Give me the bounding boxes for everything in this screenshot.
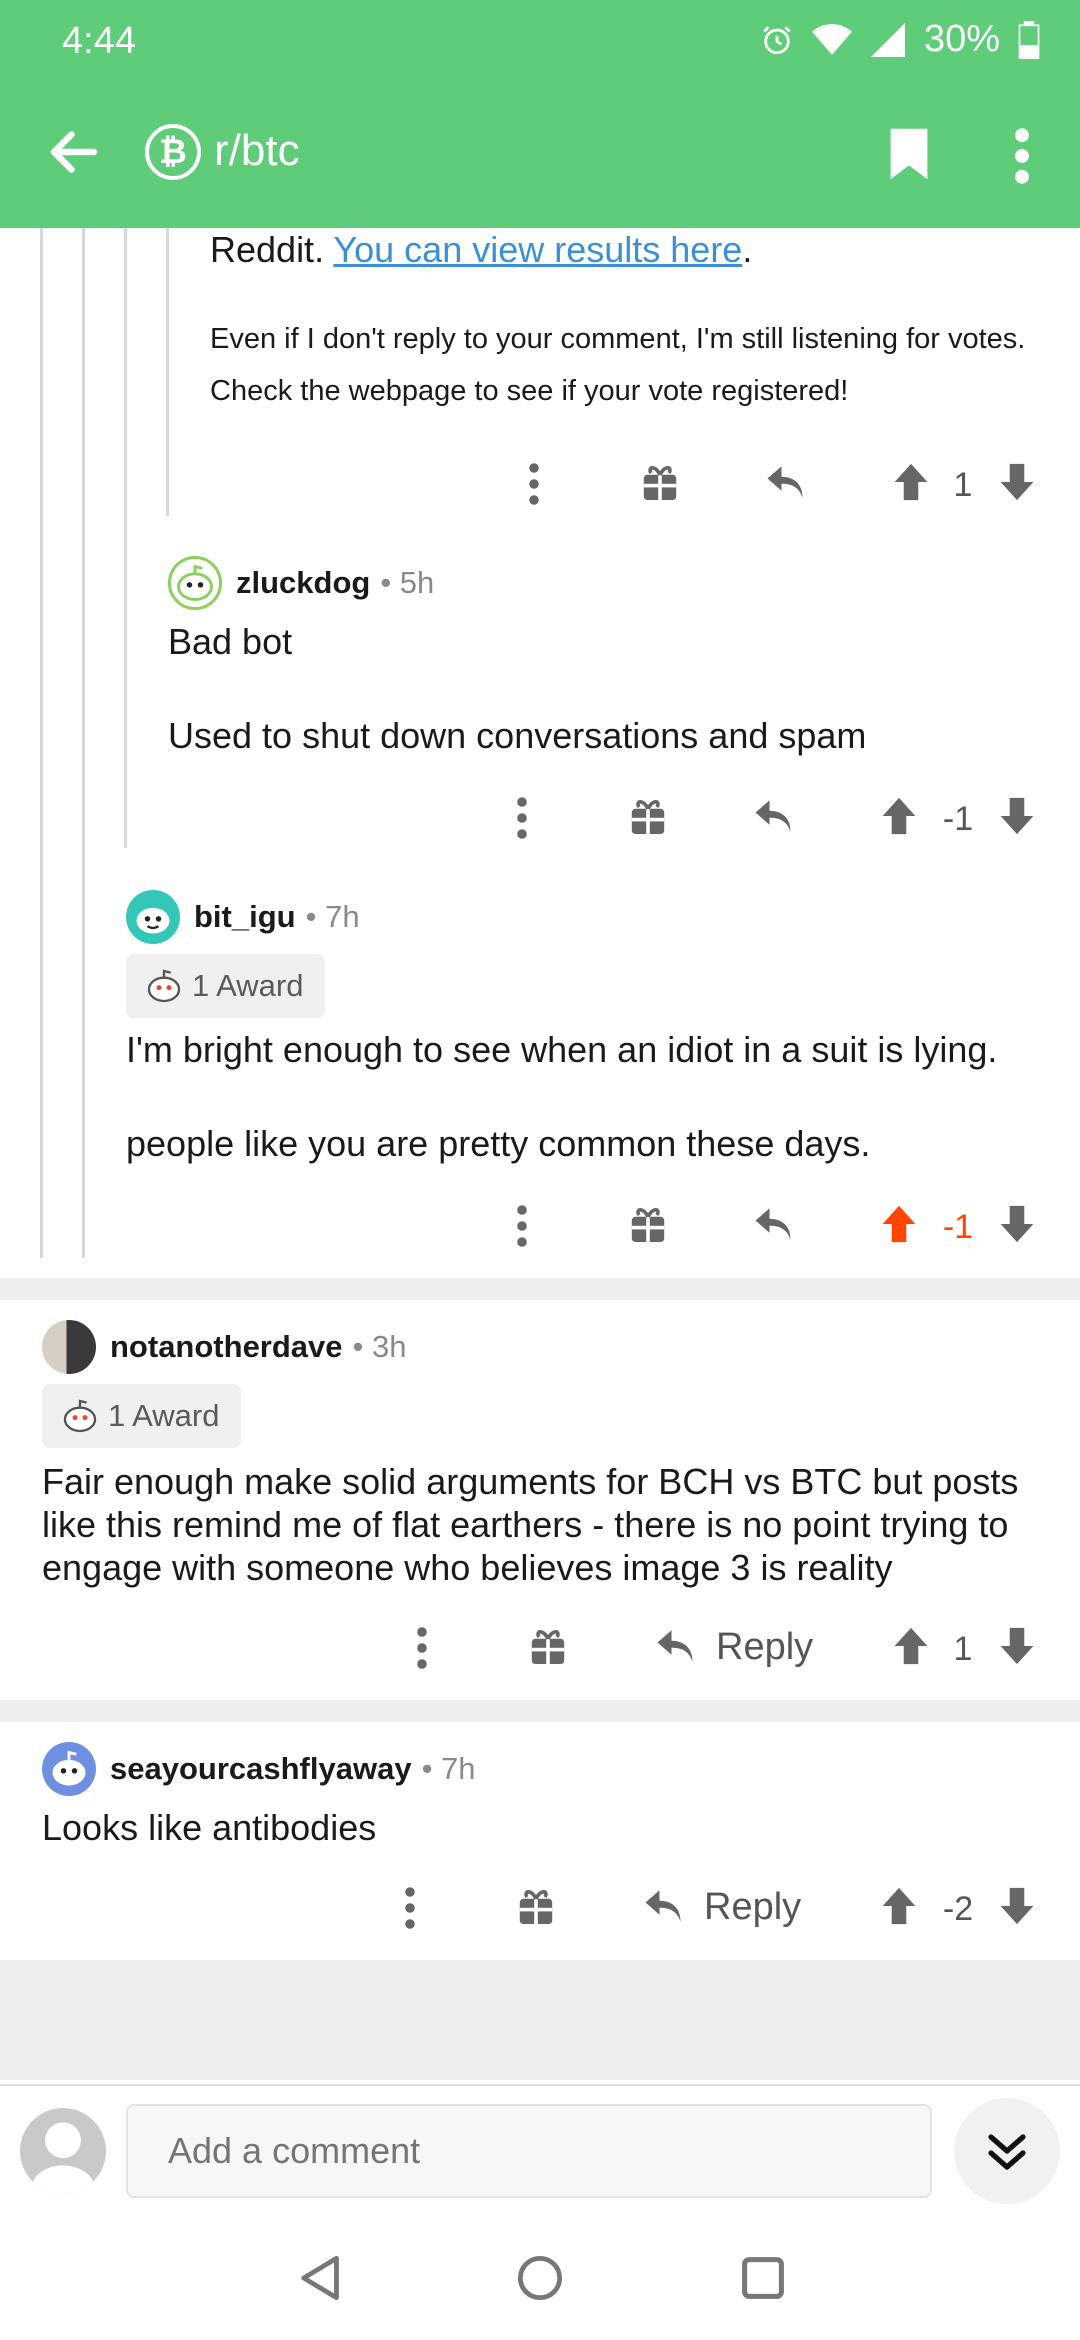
results-link[interactable]: You can view results here bbox=[333, 229, 742, 270]
score: 1 bbox=[953, 466, 973, 504]
comment-separator bbox=[0, 1278, 1080, 1300]
comment-author[interactable]: zluckdog • 5h bbox=[168, 556, 434, 610]
comment-actions: -1 bbox=[0, 790, 1080, 850]
bot-comment-line3: Check the webpage to see if your vote re… bbox=[210, 375, 849, 407]
subreddit-icon: ₿ bbox=[145, 124, 201, 180]
gift-icon[interactable] bbox=[630, 796, 666, 836]
reply-icon[interactable] bbox=[752, 796, 794, 836]
score: -1 bbox=[942, 1208, 974, 1246]
reply-button[interactable]: Reply bbox=[716, 1626, 813, 1669]
reply-icon[interactable] bbox=[654, 1626, 696, 1666]
downvote-icon[interactable] bbox=[998, 1886, 1036, 1926]
avatar bbox=[42, 1320, 96, 1374]
comment-text: Used to shut down conversations and spam bbox=[168, 715, 867, 756]
score: 1 bbox=[953, 1630, 973, 1668]
score: -1 bbox=[942, 800, 974, 838]
comment-text: Looks like antibodies bbox=[42, 1807, 377, 1848]
alarm-icon bbox=[763, 25, 791, 54]
more-vert-icon[interactable] bbox=[1010, 126, 1034, 186]
comment-author[interactable]: seayourcashflyaway • 7h bbox=[42, 1742, 476, 1796]
comment-separator bbox=[0, 1700, 1080, 1722]
scroll-down-button[interactable] bbox=[954, 2098, 1060, 2204]
score: -2 bbox=[942, 1890, 974, 1928]
system-nav-bar bbox=[0, 2214, 1080, 2340]
person-icon bbox=[30, 2122, 96, 2194]
comment-text: engage with someone who believes image 3… bbox=[42, 1547, 893, 1588]
snoo-avatar-icon bbox=[52, 1750, 86, 1786]
comment-actions: -1 bbox=[0, 1198, 1080, 1258]
bot-comment-line1: Reddit. You can view results here. bbox=[210, 229, 753, 270]
arrow-left-icon[interactable] bbox=[44, 122, 104, 182]
comment-text: people like you are pretty common these … bbox=[126, 1123, 871, 1164]
snoo-avatar-icon bbox=[177, 564, 213, 601]
comment-actions: 1 bbox=[0, 456, 1080, 516]
award-badge[interactable]: 1 Award bbox=[126, 954, 326, 1018]
downvote-icon[interactable] bbox=[998, 1204, 1036, 1244]
compose-bar bbox=[0, 2084, 1080, 2214]
toolbar: ₿ r/btc bbox=[0, 100, 1080, 210]
gift-icon[interactable] bbox=[630, 1204, 666, 1244]
upvote-icon[interactable] bbox=[892, 1626, 930, 1666]
gift-icon[interactable] bbox=[518, 1886, 554, 1926]
status-time: 4:44 bbox=[62, 20, 136, 62]
upvote-icon[interactable] bbox=[892, 462, 930, 502]
award-snoo-icon bbox=[147, 969, 181, 1003]
downvote-icon[interactable] bbox=[998, 796, 1036, 836]
status-bar: 4:44 30% bbox=[0, 0, 1080, 80]
thread-line bbox=[82, 228, 85, 1258]
reply-icon[interactable] bbox=[642, 1886, 684, 1926]
award-snoo-icon bbox=[63, 1399, 97, 1433]
home-nav-icon[interactable] bbox=[516, 2254, 564, 2302]
comment-author[interactable]: bit_igu • 7h bbox=[126, 890, 360, 944]
comment-author[interactable]: notanotherdave • 3h bbox=[42, 1320, 406, 1374]
avatar bbox=[168, 556, 222, 610]
comment-text: like this remind me of flat earthers - t… bbox=[42, 1504, 1009, 1545]
comment-text: Fair enough make solid arguments for BCH… bbox=[42, 1461, 1019, 1502]
recents-nav-icon[interactable] bbox=[740, 2254, 786, 2302]
comment-text: Bad bot bbox=[168, 621, 293, 662]
reply-icon[interactable] bbox=[752, 1204, 794, 1244]
upvote-icon[interactable] bbox=[880, 1204, 918, 1244]
page-title[interactable]: r/btc bbox=[214, 126, 300, 176]
wifi-icon bbox=[811, 23, 852, 55]
signal-icon bbox=[870, 22, 905, 57]
comment-input[interactable] bbox=[126, 2104, 932, 2198]
comment-actions: Reply 1 bbox=[0, 1620, 1080, 1680]
double-chevron-down-icon bbox=[988, 2134, 1026, 2170]
upvote-icon[interactable] bbox=[880, 796, 918, 836]
avatar bbox=[126, 890, 180, 944]
thread-line bbox=[40, 228, 43, 1258]
downvote-icon[interactable] bbox=[998, 462, 1036, 502]
battery-icon bbox=[1018, 20, 1040, 59]
snoo-avatar-icon bbox=[136, 907, 170, 934]
battery-percent: 30% bbox=[923, 18, 1000, 60]
user-avatar[interactable] bbox=[20, 2108, 106, 2194]
reply-icon[interactable] bbox=[764, 462, 806, 502]
gift-icon[interactable] bbox=[642, 462, 678, 502]
bot-comment-line2: Even if I don't reply to your comment, I… bbox=[210, 323, 1026, 355]
more-vert-icon[interactable] bbox=[528, 462, 540, 506]
gift-icon[interactable] bbox=[530, 1626, 566, 1666]
thread-line bbox=[124, 228, 127, 848]
award-badge[interactable]: 1 Award bbox=[42, 1384, 242, 1448]
upvote-icon[interactable] bbox=[880, 1886, 918, 1926]
more-vert-icon[interactable] bbox=[516, 1204, 528, 1248]
more-vert-icon[interactable] bbox=[416, 1626, 428, 1670]
downvote-icon[interactable] bbox=[998, 1626, 1036, 1666]
back-nav-icon[interactable] bbox=[296, 2254, 342, 2302]
more-vert-icon[interactable] bbox=[516, 796, 528, 840]
avatar bbox=[42, 1742, 96, 1796]
list-end-spacer bbox=[0, 1960, 1080, 2080]
app-bar: 4:44 30% ₿ r/btc bbox=[0, 0, 1080, 228]
comment-actions: Reply -2 bbox=[0, 1880, 1080, 1940]
reply-button[interactable]: Reply bbox=[704, 1886, 801, 1929]
comment-text: I'm bright enough to see when an idiot i… bbox=[126, 1029, 998, 1070]
bookmark-icon[interactable] bbox=[886, 126, 932, 182]
more-vert-icon[interactable] bbox=[404, 1886, 416, 1930]
